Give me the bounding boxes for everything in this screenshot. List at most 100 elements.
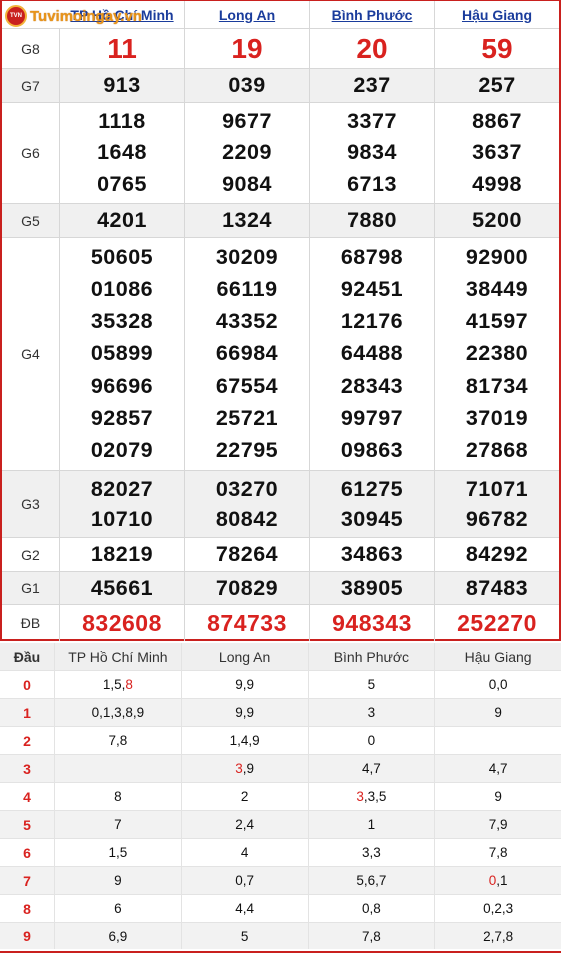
- dau-row: 9 6,9 5 7,8 2,7,8: [0, 923, 561, 949]
- prize-label: ĐB: [2, 605, 60, 641]
- prize-cell: 3377 9834 6713: [310, 103, 435, 203]
- dau-digits: 9: [494, 705, 502, 720]
- prize-number: 0765: [97, 171, 147, 196]
- dau-highlight-digit: 3: [356, 789, 364, 804]
- dau-digits: 2,7,8: [483, 928, 514, 944]
- dau-cell: 4: [182, 839, 309, 866]
- prize-number: 38449: [465, 276, 529, 301]
- prize-number: 37019: [465, 406, 529, 431]
- prize-cell: 913: [60, 69, 185, 102]
- dau-cell: 0,7: [182, 867, 309, 894]
- dau-cell: 3,3: [309, 839, 436, 866]
- province-link-hau-giang[interactable]: Hậu Giang: [462, 7, 532, 23]
- prize-label: G2: [2, 538, 60, 571]
- prize-cell: 92900 38449 41597 22380 81734 37019 2786…: [435, 238, 559, 470]
- dau-column-header: Bình Phước: [309, 643, 436, 670]
- prize-number: 41597: [465, 309, 529, 334]
- dau-header-row: Đầu TP Hồ Chí Minh Long An Bình Phước Hậ…: [0, 643, 561, 671]
- lottery-results-table: TVN Tuvimoingay.vn TP Hồ Chí Minh Long A…: [0, 0, 561, 641]
- prize-number: 09863: [340, 438, 404, 463]
- dau-digits: 0,1,3,8,9: [91, 705, 145, 720]
- prize-number: 6713: [347, 171, 397, 196]
- prize-number: 92900: [465, 244, 529, 269]
- dau-digits: 4: [240, 845, 249, 860]
- prize-label: G1: [2, 572, 60, 604]
- prize-cell: 20: [310, 29, 435, 68]
- dau-cell: 0,1,3,8,9: [55, 699, 182, 726]
- province-header-cell: Bình Phước: [310, 1, 435, 28]
- prize-number: 03270: [215, 476, 279, 501]
- dau-digits: 3: [367, 705, 376, 720]
- dau-cell: 1,4,9: [182, 727, 309, 754]
- dau-cell: 9: [55, 867, 182, 894]
- dau-digits: 9: [114, 873, 122, 888]
- prize-number: 43352: [215, 309, 279, 334]
- special-prize-number: 832608: [82, 610, 162, 636]
- prize-number: 18219: [90, 542, 154, 566]
- prize-number: 71071: [465, 476, 529, 501]
- dau-digits: 9: [494, 789, 502, 804]
- dau-cell: 8: [55, 783, 182, 810]
- prize-number: 1648: [97, 140, 147, 165]
- prize-number: 22380: [465, 341, 529, 366]
- prize-number: 50605: [90, 244, 154, 269]
- province-link-long-an[interactable]: Long An: [219, 7, 275, 23]
- dau-column-header: Hậu Giang: [464, 648, 532, 665]
- prize-label: G4: [2, 238, 60, 470]
- prize-cell: 34863: [310, 538, 435, 571]
- dau-cell: 9,9: [182, 671, 309, 698]
- prize-number: 1118: [98, 109, 146, 134]
- dau-digits: 2,4: [235, 817, 255, 832]
- prize-label: G6: [2, 103, 60, 203]
- prize-number: 05899: [90, 341, 154, 366]
- prize-cell: 252270: [435, 605, 559, 641]
- prize-cell: 948343: [310, 605, 435, 641]
- prize-number: 8867: [472, 109, 522, 134]
- prize-number: 9677: [222, 109, 272, 134]
- prize-number: 30209: [215, 244, 279, 269]
- site-logo[interactable]: TVN Tuvimoingay.vn: [5, 5, 142, 27]
- dau-digits: 1,4,9: [229, 733, 260, 748]
- dau-column-header: Long An: [182, 643, 309, 670]
- dau-digits: 5,6,7: [356, 873, 387, 888]
- prize-label: G7: [2, 69, 60, 102]
- prize-cell: 68798 92451 12176 64488 28343 99797 0986…: [310, 238, 435, 470]
- prize-number: 66984: [215, 341, 279, 366]
- prize-cell: 78264: [185, 538, 310, 571]
- province-link-binh-phuoc[interactable]: Bình Phước: [332, 7, 413, 23]
- dau-table: Đầu TP Hồ Chí Minh Long An Bình Phước Hậ…: [0, 643, 561, 953]
- prize-number: 45661: [90, 576, 154, 600]
- prize-number: 3377: [347, 109, 397, 134]
- prize-cell: 18219: [60, 538, 185, 571]
- dau-cell: [55, 755, 182, 782]
- prize-number: 78264: [215, 542, 279, 566]
- prize-number: 59: [481, 33, 513, 64]
- prize-cell: 30209 66119 43352 66984 67554 25721 2279…: [185, 238, 310, 470]
- prize-number: 96696: [90, 373, 154, 398]
- prize-number: 9834: [347, 140, 397, 165]
- dau-cell: 1: [309, 811, 436, 838]
- prize-number: 7880: [347, 208, 397, 232]
- dau-cell: 0,0: [435, 671, 561, 698]
- dau-digits: 9,9: [235, 705, 255, 720]
- prize-number: 70829: [215, 576, 279, 600]
- dau-cell: 5: [309, 671, 436, 698]
- dau-digits: 9,9: [235, 677, 255, 692]
- dau-body: 0 1,5, 8 9,9 5 0,0 1 0,1,3,8,9 9,9 3 9 2 7,8 1,4,9 0 3 3…: [0, 671, 561, 949]
- prize-number: 80842: [215, 506, 279, 531]
- dau-cell: 0,2,3: [435, 895, 561, 922]
- prize-cell: 70829: [185, 572, 310, 604]
- prize-cell: 38905: [310, 572, 435, 604]
- prize-row-g7: G7 913 039 237 257: [2, 69, 559, 103]
- dau-digits: 2: [240, 789, 249, 804]
- prize-label: G8: [2, 29, 60, 68]
- dau-cell: 6: [55, 895, 182, 922]
- dau-cell: 0,1: [435, 867, 561, 894]
- prize-cell: 257: [435, 69, 559, 102]
- prize-number: 11: [107, 33, 137, 64]
- dau-digits: 6: [114, 901, 122, 916]
- prize-number: 35328: [90, 309, 154, 334]
- prize-number: 92451: [340, 276, 404, 301]
- prize-number: 38905: [340, 576, 404, 600]
- dau-row: 6 1,5 4 3,3 7,8: [0, 839, 561, 867]
